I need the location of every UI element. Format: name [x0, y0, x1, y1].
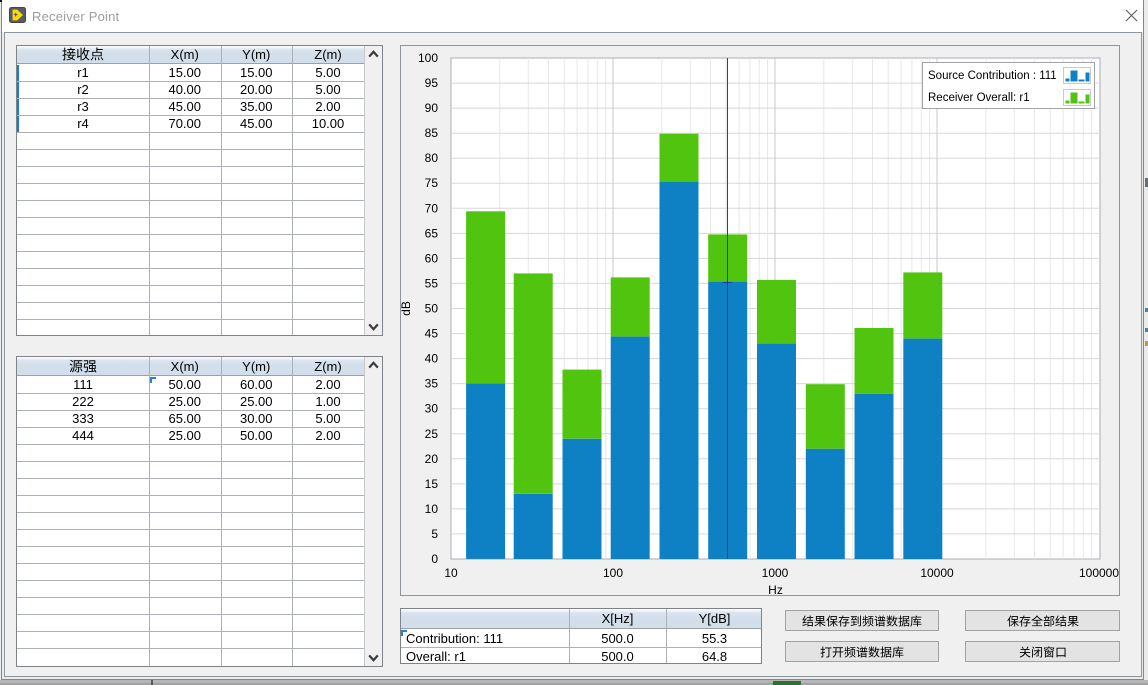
svg-text:85: 85: [425, 126, 439, 140]
svg-text:0: 0: [431, 552, 438, 566]
svg-text:55: 55: [425, 276, 439, 290]
svg-text:100: 100: [603, 566, 623, 580]
svg-text:10: 10: [425, 502, 439, 516]
svg-text:25: 25: [425, 427, 439, 441]
svg-text:95: 95: [425, 76, 439, 90]
svg-text:40: 40: [425, 352, 439, 366]
svg-text:60: 60: [425, 251, 439, 265]
svg-text:20: 20: [425, 452, 439, 466]
svg-text:35: 35: [425, 377, 439, 391]
svg-text:100000: 100000: [1079, 566, 1119, 580]
svg-text:80: 80: [425, 151, 439, 165]
svg-text:50: 50: [425, 302, 439, 316]
svg-text:5: 5: [431, 527, 438, 541]
svg-text:70: 70: [425, 201, 439, 215]
svg-text:45: 45: [425, 327, 439, 341]
svg-text:Source Contribution : 111: Source Contribution : 111: [928, 70, 1057, 82]
svg-text:Hz: Hz: [768, 583, 783, 596]
svg-text:15: 15: [425, 477, 439, 491]
svg-text:65: 65: [425, 226, 439, 240]
svg-text:30: 30: [425, 402, 439, 416]
svg-text:10: 10: [444, 566, 458, 580]
svg-text:10000: 10000: [920, 566, 954, 580]
svg-text:90: 90: [425, 101, 439, 115]
svg-text:Receiver Overall: r1: Receiver Overall: r1: [928, 92, 1030, 104]
svg-text:75: 75: [425, 176, 439, 190]
svg-text:100: 100: [418, 51, 438, 65]
svg-text:1000: 1000: [762, 566, 789, 580]
svg-text:dB: dB: [400, 301, 413, 316]
